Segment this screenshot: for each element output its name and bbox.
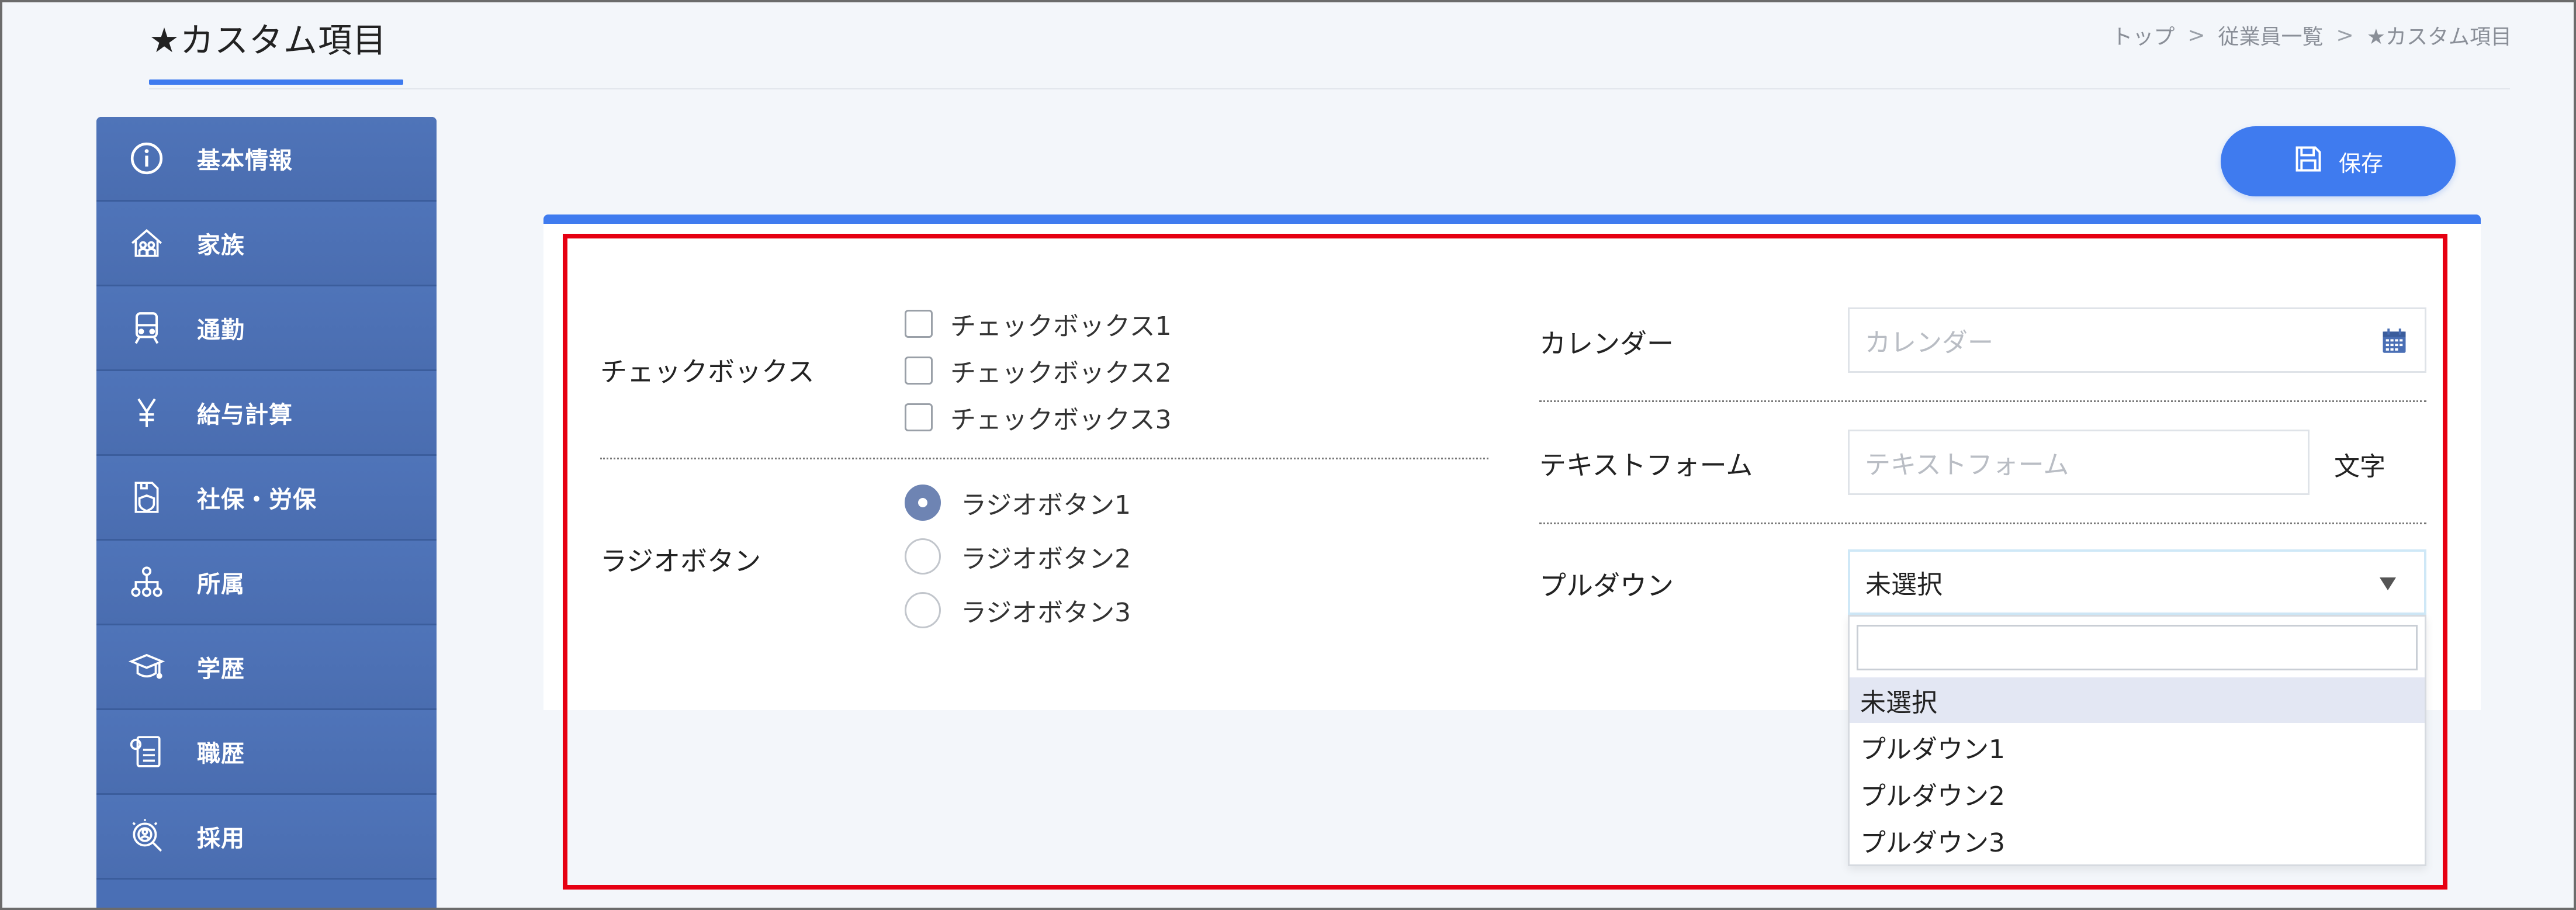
radio-button[interactable]	[905, 538, 941, 575]
header-divider	[149, 88, 2510, 89]
info-icon	[126, 137, 168, 179]
pulldown-option[interactable]: プルダウン1	[1850, 724, 2425, 770]
checkbox-option-3[interactable]: チェックボックス3	[905, 399, 1172, 436]
house-family-icon	[126, 222, 168, 264]
sidebar-item-label: 家族	[197, 232, 245, 259]
sidebar-item-label: 通勤	[197, 317, 245, 344]
chevron-down-icon	[2380, 577, 2396, 590]
checkbox-option-1[interactable]: チェックボックス1	[905, 305, 1172, 342]
radio-button-selected[interactable]	[905, 485, 941, 521]
text-field-label: テキストフォーム	[1539, 449, 1753, 481]
radio-button[interactable]	[905, 592, 941, 628]
checkbox-option-label: チェックボックス3	[950, 405, 1172, 435]
checkbox-field-label: チェックボックス	[600, 356, 815, 387]
row-divider	[600, 458, 1488, 459]
sidebar-item-recruitment[interactable]: 採用	[96, 795, 437, 880]
radio-option-label: ラジオボタン2	[961, 544, 1131, 574]
pulldown-search-input[interactable]	[1857, 625, 2418, 670]
checkbox-option-2[interactable]: チェックボックス2	[905, 352, 1172, 389]
calendar-input[interactable]: カレンダー	[1848, 307, 2426, 373]
row-divider	[1539, 400, 2426, 402]
radio-field-label: ラジオボタン	[600, 545, 761, 577]
calendar-icon[interactable]	[2379, 326, 2409, 356]
sidebar-item-family[interactable]: 家族	[96, 202, 437, 286]
sidebar-item-career[interactable]: 職歴	[96, 710, 437, 795]
insurance-doc-icon	[126, 476, 168, 518]
breadcrumb-separator: >	[2336, 23, 2354, 47]
resume-icon	[126, 731, 168, 773]
checkbox-option-label: チェックボックス1	[950, 312, 1172, 341]
sidebar-item-label: 給与計算	[197, 402, 293, 428]
floppy-disk-icon	[2293, 144, 2324, 179]
sidebar-item-label: 採用	[197, 825, 245, 852]
sidebar-item-label: 基本情報	[197, 147, 293, 174]
sidebar-item-label: 所属	[197, 571, 245, 598]
radio-option-2[interactable]: ラジオボタン2	[905, 538, 1131, 575]
checkbox[interactable]	[905, 357, 933, 385]
pulldown-menu: 未選択 プルダウン1 プルダウン2 プルダウン3	[1848, 615, 2426, 866]
sidebar-item-label: 社保・労保	[197, 486, 317, 513]
sidebar-item-education[interactable]: 学歴	[96, 625, 437, 710]
pulldown-selected-value: 未選択	[1865, 570, 1943, 600]
sidebar-item-commute[interactable]: 通勤	[96, 286, 437, 371]
checkbox[interactable]	[905, 403, 933, 431]
breadcrumb-employee-list[interactable]: 従業員一覧	[2218, 20, 2324, 50]
text-suffix: 文字	[2334, 452, 2385, 482]
graduation-cap-icon	[126, 646, 168, 688]
breadcrumb-top[interactable]: トップ	[2111, 20, 2175, 50]
breadcrumb-separator: >	[2187, 23, 2205, 47]
radio-option-3[interactable]: ラジオボタン3	[905, 591, 1131, 629]
pulldown-option[interactable]: プルダウン2	[1850, 771, 2425, 816]
yen-icon	[126, 392, 168, 434]
breadcrumb: トップ > 従業員一覧 > ★カスタム項目	[2111, 20, 2512, 50]
pulldown-option[interactable]: 未選択	[1850, 677, 2425, 723]
sidebar-item-payroll[interactable]: 給与計算	[96, 371, 437, 456]
train-icon	[126, 307, 168, 349]
page-title: ★カスタム項目	[149, 20, 387, 60]
calendar-placeholder: カレンダー	[1865, 328, 1993, 358]
recruit-search-icon	[126, 815, 168, 857]
checkbox[interactable]	[905, 310, 933, 338]
text-input-placeholder: テキストフォーム	[1865, 450, 2069, 480]
sidebar-item-insurance[interactable]: 社保・労保	[96, 456, 437, 541]
title-underline	[149, 79, 403, 85]
text-input[interactable]: テキストフォーム	[1848, 430, 2310, 495]
radio-option-1[interactable]: ラジオボタン1	[905, 484, 1131, 521]
sidebar-item-label: 職歴	[197, 741, 245, 767]
sidebar-item-basic-info[interactable]: 基本情報	[96, 117, 437, 202]
panel-accent-bar	[543, 214, 2481, 224]
pulldown-option[interactable]: プルダウン3	[1850, 818, 2425, 863]
save-button[interactable]: 保存	[2221, 126, 2456, 196]
calendar-field-label: カレンダー	[1539, 328, 1674, 359]
pulldown-select[interactable]: 未選択	[1848, 549, 2426, 615]
org-chart-icon	[126, 561, 168, 603]
save-button-label: 保存	[2338, 150, 2383, 177]
radio-option-label: ラジオボタン3	[961, 598, 1131, 628]
sidebar: 基本情報 家族 通勤 給与計算 社保・労保 所属 学歴 職歴 採用	[96, 117, 437, 910]
row-divider	[1539, 523, 2426, 524]
pulldown-field-label: プルダウン	[1539, 570, 1674, 601]
radio-option-label: ラジオボタン1	[961, 490, 1131, 520]
breadcrumb-current: ★カスタム項目	[2366, 25, 2512, 49]
checkbox-option-label: チェックボックス2	[950, 358, 1172, 388]
sidebar-item-affiliation[interactable]: 所属	[96, 541, 437, 625]
sidebar-item-label: 学歴	[197, 656, 245, 683]
